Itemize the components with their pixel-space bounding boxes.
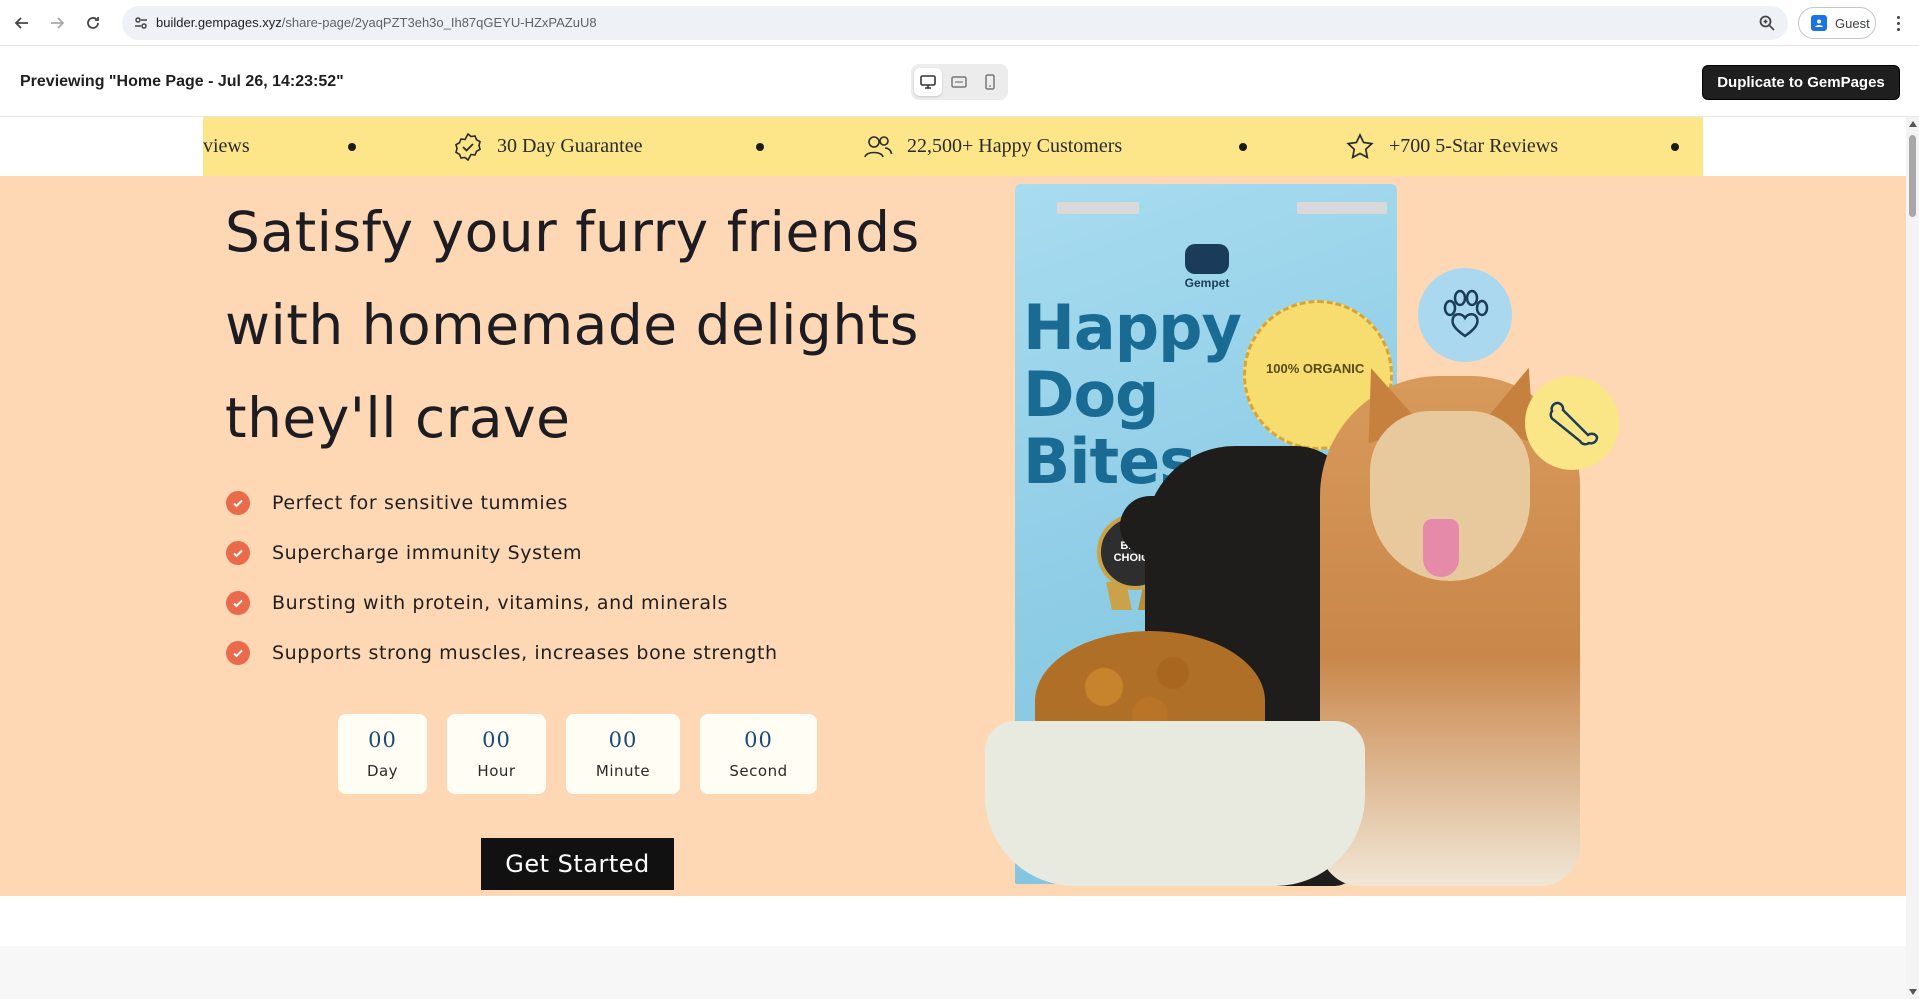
arrow-left-icon <box>14 17 28 29</box>
duplicate-to-gempages-button[interactable]: Duplicate to GemPages <box>1702 65 1900 100</box>
arrow-right-icon <box>51 17 65 29</box>
marquee-separator <box>1239 143 1247 151</box>
back-button[interactable] <box>9 10 35 36</box>
marquee-separator <box>348 143 356 151</box>
countdown-value: 00 <box>744 728 773 752</box>
marquee-item-customers: 22,500+ Happy Customers <box>863 117 1122 176</box>
benefit-text: Perfect for sensitive tummies <box>272 492 569 514</box>
scroll-up-icon[interactable] <box>1909 121 1917 127</box>
countdown-label: Day <box>366 762 399 780</box>
scrollbar-thumb[interactable] <box>1909 135 1916 217</box>
check-icon <box>226 541 250 565</box>
benefit-item: Supercharge immunity System <box>226 528 778 578</box>
benefit-item: Perfect for sensitive tummies <box>226 478 778 528</box>
tablet-icon <box>951 76 967 88</box>
countdown-hour: 00 Hour <box>447 714 546 794</box>
countdown-timer: 00 Day 00 Hour 00 Minute 00 Second <box>338 714 817 794</box>
paw-heart-icon <box>1418 268 1512 362</box>
bone-icon <box>1525 376 1619 470</box>
product-image: Gempet Happy Dog Bites 100% ORGANIC BEST… <box>975 176 1695 896</box>
benefit-list: Perfect for sensitive tummies Supercharg… <box>226 478 778 678</box>
guest-avatar-icon <box>1811 15 1827 31</box>
trust-marquee: views 30 Day Guarantee 22,500+ Happy Cus… <box>203 117 1703 176</box>
countdown-value: 00 <box>482 728 511 752</box>
shiba-tongue <box>1423 519 1459 577</box>
countdown-minute: 00 Minute <box>566 714 680 794</box>
url-path: /share-page/2yaqPZT3eh3o_Ih87qGEYU-HZxPA… <box>281 15 597 30</box>
benefit-text: Supports strong muscles, increases bone … <box>272 642 778 664</box>
users-icon <box>864 135 893 157</box>
star-icon <box>1346 132 1374 159</box>
reload-icon <box>87 17 99 29</box>
profile-button[interactable]: Guest <box>1798 7 1876 39</box>
food-bowl <box>985 721 1365 886</box>
mobile-icon <box>985 74 995 90</box>
check-icon <box>226 591 250 615</box>
url-host: builder.gempages.xyz <box>156 15 282 30</box>
tablet-view-button[interactable] <box>945 68 973 96</box>
marquee-separator <box>756 143 764 151</box>
site-settings-icon[interactable] <box>132 14 150 32</box>
countdown-second: 00 Second <box>700 714 817 794</box>
marquee-item-guarantee: 30 Day Guarantee <box>453 117 643 176</box>
device-switcher <box>911 64 1008 100</box>
bag-clip <box>1297 202 1387 214</box>
marquee-separator <box>1671 143 1679 151</box>
page-preview: views 30 Day Guarantee 22,500+ Happy Cus… <box>0 117 1906 999</box>
reload-button[interactable] <box>80 10 106 36</box>
bag-clip <box>1057 202 1139 214</box>
desktop-icon <box>920 75 936 89</box>
marquee-label: 30 Day Guarantee <box>497 135 643 157</box>
countdown-label: Hour <box>477 762 516 780</box>
marquee-item-reviews-partial: views <box>203 117 250 176</box>
zoom-icon[interactable] <box>1758 14 1776 32</box>
scroll-down-icon[interactable] <box>1909 989 1917 995</box>
countdown-value: 00 <box>608 728 638 752</box>
url-text: builder.gempages.xyz/share-page/2yaqPZT3… <box>156 15 597 30</box>
benefit-text: Bursting with protein, vitamins, and min… <box>272 592 728 614</box>
mobile-view-button[interactable] <box>976 68 1004 96</box>
next-section <box>0 946 1906 999</box>
brand-name: Gempet <box>1184 276 1230 290</box>
hero-section: Satisfy your furry friends with homemade… <box>0 176 1906 896</box>
forward-button[interactable] <box>44 10 70 36</box>
bowl-logo-icon <box>1185 244 1229 274</box>
preview-title: Previewing "Home Page - Jul 26, 14:23:52… <box>20 73 344 90</box>
countdown-day: 00 Day <box>338 714 427 794</box>
benefit-text: Supercharge immunity System <box>272 542 583 564</box>
address-bar[interactable]: builder.gempages.xyz/share-page/2yaqPZT3… <box>122 6 1788 40</box>
countdown-value: 00 <box>368 728 397 752</box>
marquee-label: views <box>203 135 250 157</box>
benefit-item: Supports strong muscles, increases bone … <box>226 628 778 678</box>
desktop-view-button[interactable] <box>914 68 942 96</box>
preview-header: Previewing "Home Page - Jul 26, 14:23:52… <box>0 46 1919 117</box>
countdown-label: Second <box>729 762 788 780</box>
marquee-label: +700 5-Star Reviews <box>1389 135 1559 157</box>
page-scrollbar[interactable] <box>1906 117 1919 999</box>
check-icon <box>226 641 250 665</box>
get-started-button[interactable]: Get Started <box>481 838 674 890</box>
benefit-item: Bursting with protein, vitamins, and min… <box>226 578 778 628</box>
brand-logo: Gempet <box>1183 244 1231 290</box>
browser-toolbar: builder.gempages.xyz/share-page/2yaqPZT3… <box>0 0 1919 46</box>
black-dog-snout <box>1120 496 1210 556</box>
marquee-item-reviews: +700 5-Star Reviews <box>1345 117 1558 176</box>
profile-label: Guest <box>1835 15 1870 31</box>
hero-title: Satisfy your furry friends with homemade… <box>225 200 920 450</box>
badge-check-icon <box>455 132 481 161</box>
marquee-label: 22,500+ Happy Customers <box>907 135 1123 157</box>
countdown-label: Minute <box>595 762 651 780</box>
check-icon <box>226 491 250 515</box>
browser-menu-icon[interactable] <box>1888 12 1908 34</box>
